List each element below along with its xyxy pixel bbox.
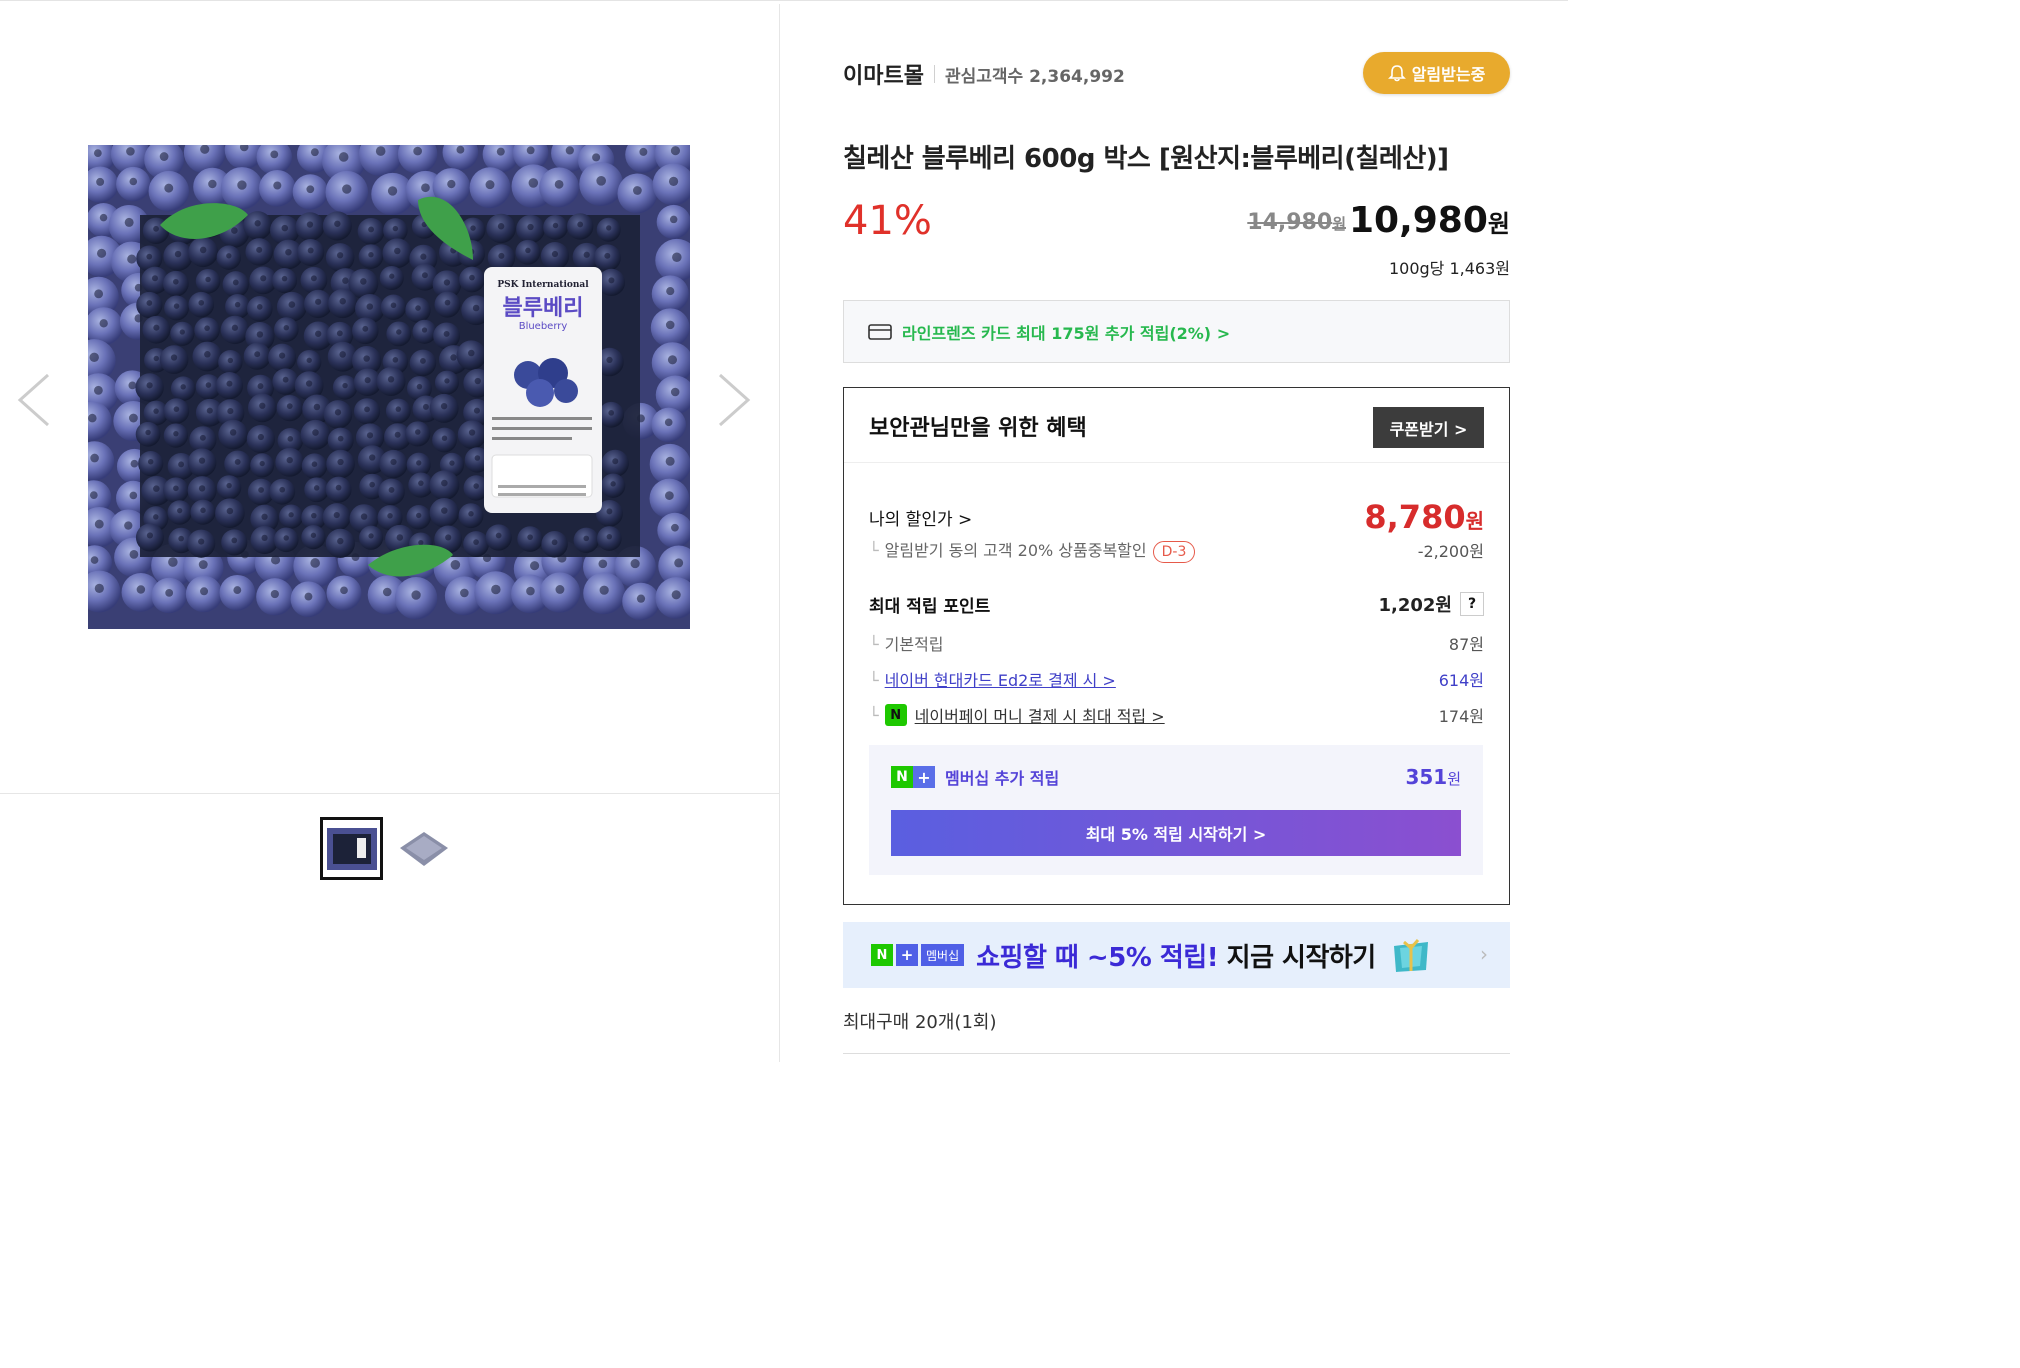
my-price-label[interactable]: 나의 할인가 >: [869, 505, 972, 530]
top-border: [0, 0, 1568, 4]
naver-plus-membership-tag: N + 멤버십: [871, 944, 965, 966]
my-price-currency: 원: [1465, 509, 1484, 533]
banner-text-highlight: 쇼핑할 때 ~5% 적립!: [976, 942, 1219, 973]
exclusive-benefit-box: 보안관님만을 위한 혜택 쿠폰받기 > 나의 할인가 > 8,780원 └ 알림받…: [843, 387, 1510, 905]
membership-value: 351원: [1405, 765, 1461, 789]
points-card: └ 네이버 현대카드 Ed2로 결제 시 >: [869, 667, 1116, 691]
store-row: 이마트몰 관심고객수 2,364,992: [843, 58, 1125, 90]
my-price-sub-text: 알림받기 동의 고객 20% 상품중복할인: [884, 541, 1147, 560]
benefit-title: 보안관님만을 위한 혜택: [869, 416, 1087, 441]
d-day-badge: D-3: [1152, 541, 1196, 563]
max-purchase: 최대구매 20개(1회): [843, 1012, 997, 1033]
points-help-icon[interactable]: ?: [1460, 592, 1484, 616]
card-benefit-text: 라인프렌즈 카드 최대 175원 추가 적립(2%) >: [902, 323, 1231, 343]
prev-arrow-icon: [17, 373, 49, 427]
thumbnail-list: [320, 817, 454, 880]
store-fans-count: 관심고객수 2,364,992: [944, 66, 1125, 87]
product-title: 칠레산 블루베리 600g 박스 [원산지:블루베리(칠레산)]: [843, 144, 1449, 174]
original-price: 14,980원: [1247, 210, 1346, 235]
prev-image-button[interactable]: [14, 370, 54, 430]
points-label: 최대 적립 포인트: [869, 596, 991, 617]
points-row-basic: └ 기본적립 87원: [869, 631, 1484, 655]
points-row-card: └ 네이버 현대카드 Ed2로 결제 시 > 614원: [869, 667, 1484, 691]
alarm-button-label: 알림받는중: [1411, 65, 1486, 84]
points-npay: └ N 네이버페이 머니 결제 시 최대 적립 >: [869, 703, 1165, 727]
main-product-image: PSK International 블루베리 Blueberry: [88, 145, 690, 629]
chevron-right-icon: ›: [1480, 942, 1488, 966]
store-separator: [933, 65, 935, 83]
card-benefit-box[interactable]: 라인프렌즈 카드 최대 175원 추가 적립(2%) >: [843, 300, 1510, 363]
bottom-divider: [843, 1053, 1510, 1054]
unit-price: 100g당 1,463원: [1388, 259, 1510, 278]
benefit-header: 보안관님만을 위한 혜택 쿠폰받기 >: [844, 388, 1509, 463]
membership-label: 멤버십 추가 적립: [945, 769, 1060, 788]
my-price-value: 8,780: [1364, 498, 1466, 536]
bell-icon: [1387, 65, 1406, 82]
thumbnail-2[interactable]: [391, 817, 454, 880]
points-total: 1,202원: [1378, 595, 1453, 616]
points-total-wrap: 1,202원 ?: [1378, 591, 1484, 617]
npay-icon: N: [884, 704, 907, 726]
next-image-button[interactable]: [714, 370, 754, 430]
membership-box: N + 멤버십 추가 적립 351원 최대 5% 적립 시작하기 >: [869, 745, 1483, 875]
tree-marker: └: [869, 635, 879, 654]
points-npay-link[interactable]: 네이버페이 머니 결제 시 최대 적립 >: [915, 703, 1165, 727]
my-price-diff: -2,200원: [1417, 542, 1484, 561]
points-total-row: 최대 적립 포인트 1,202원 ?: [869, 591, 1484, 617]
my-price-row: 나의 할인가 > 8,780원: [869, 498, 1484, 536]
store-name[interactable]: 이마트몰: [843, 58, 924, 90]
tree-marker: └: [869, 705, 879, 725]
membership-value-number: 351: [1405, 765, 1448, 789]
label-brand: PSK International: [497, 280, 589, 290]
gift-icon: [1393, 939, 1428, 972]
thumbnail-1[interactable]: [320, 817, 383, 880]
column-divider: [779, 4, 780, 1062]
my-price: 8,780원: [1364, 498, 1484, 536]
package-label: PSK International 블루베리 Blueberry: [484, 267, 602, 513]
membership-start-button[interactable]: 최대 5% 적립 시작하기 >: [891, 810, 1461, 856]
tree-marker: └: [869, 541, 879, 560]
tree-marker: └: [869, 671, 879, 690]
membership-label-wrap: N + 멤버십 추가 적립: [891, 765, 1059, 789]
label-name-en: Blueberry: [519, 321, 568, 332]
sale-price: 10,980원: [1349, 200, 1510, 241]
membership-row: N + 멤버십 추가 적립 351원: [891, 765, 1461, 789]
banner-text-rest: 지금 시작하기: [1218, 942, 1377, 973]
original-price-currency: 원: [1332, 215, 1346, 233]
points-row-npay: └ N 네이버페이 머니 결제 시 최대 적립 > 174원: [869, 703, 1484, 727]
alarm-button[interactable]: 알림받는중: [1363, 52, 1510, 94]
points-card-value: 614원: [1438, 671, 1484, 690]
banner-tag-text: 멤버십: [921, 944, 965, 966]
discount-rate: 41%: [843, 198, 932, 244]
banner-text: 쇼핑할 때 ~5% 적립! 지금 시작하기: [976, 937, 1376, 974]
my-price-sub: └ 알림받기 동의 고객 20% 상품중복할인 D-3: [869, 537, 1196, 563]
points-card-link[interactable]: 네이버 현대카드 Ed2로 결제 시 >: [885, 671, 1116, 690]
label-name: 블루베리: [503, 296, 584, 321]
my-price-sub-row: └ 알림받기 동의 고객 20% 상품중복할인 D-3 -2,200원: [869, 537, 1484, 563]
naver-plus-icon: N +: [891, 766, 935, 788]
points-basic-label: 기본적립: [884, 635, 944, 654]
gallery-divider: [0, 793, 779, 794]
points-basic-value: 87원: [1448, 635, 1484, 654]
points-basic: └ 기본적립: [869, 631, 944, 655]
original-price-value: 14,980: [1247, 210, 1333, 235]
membership-value-currency: 원: [1447, 770, 1461, 788]
next-arrow-icon: [719, 373, 751, 427]
coupon-button[interactable]: 쿠폰받기 >: [1373, 407, 1484, 448]
membership-banner[interactable]: N + 멤버십 쇼핑할 때 ~5% 적립! 지금 시작하기 ›: [843, 922, 1510, 988]
card-icon: [868, 323, 892, 340]
points-npay-value: 174원: [1438, 707, 1484, 726]
sale-price-currency: 원: [1487, 210, 1510, 238]
sale-price-value: 10,980: [1348, 200, 1488, 241]
